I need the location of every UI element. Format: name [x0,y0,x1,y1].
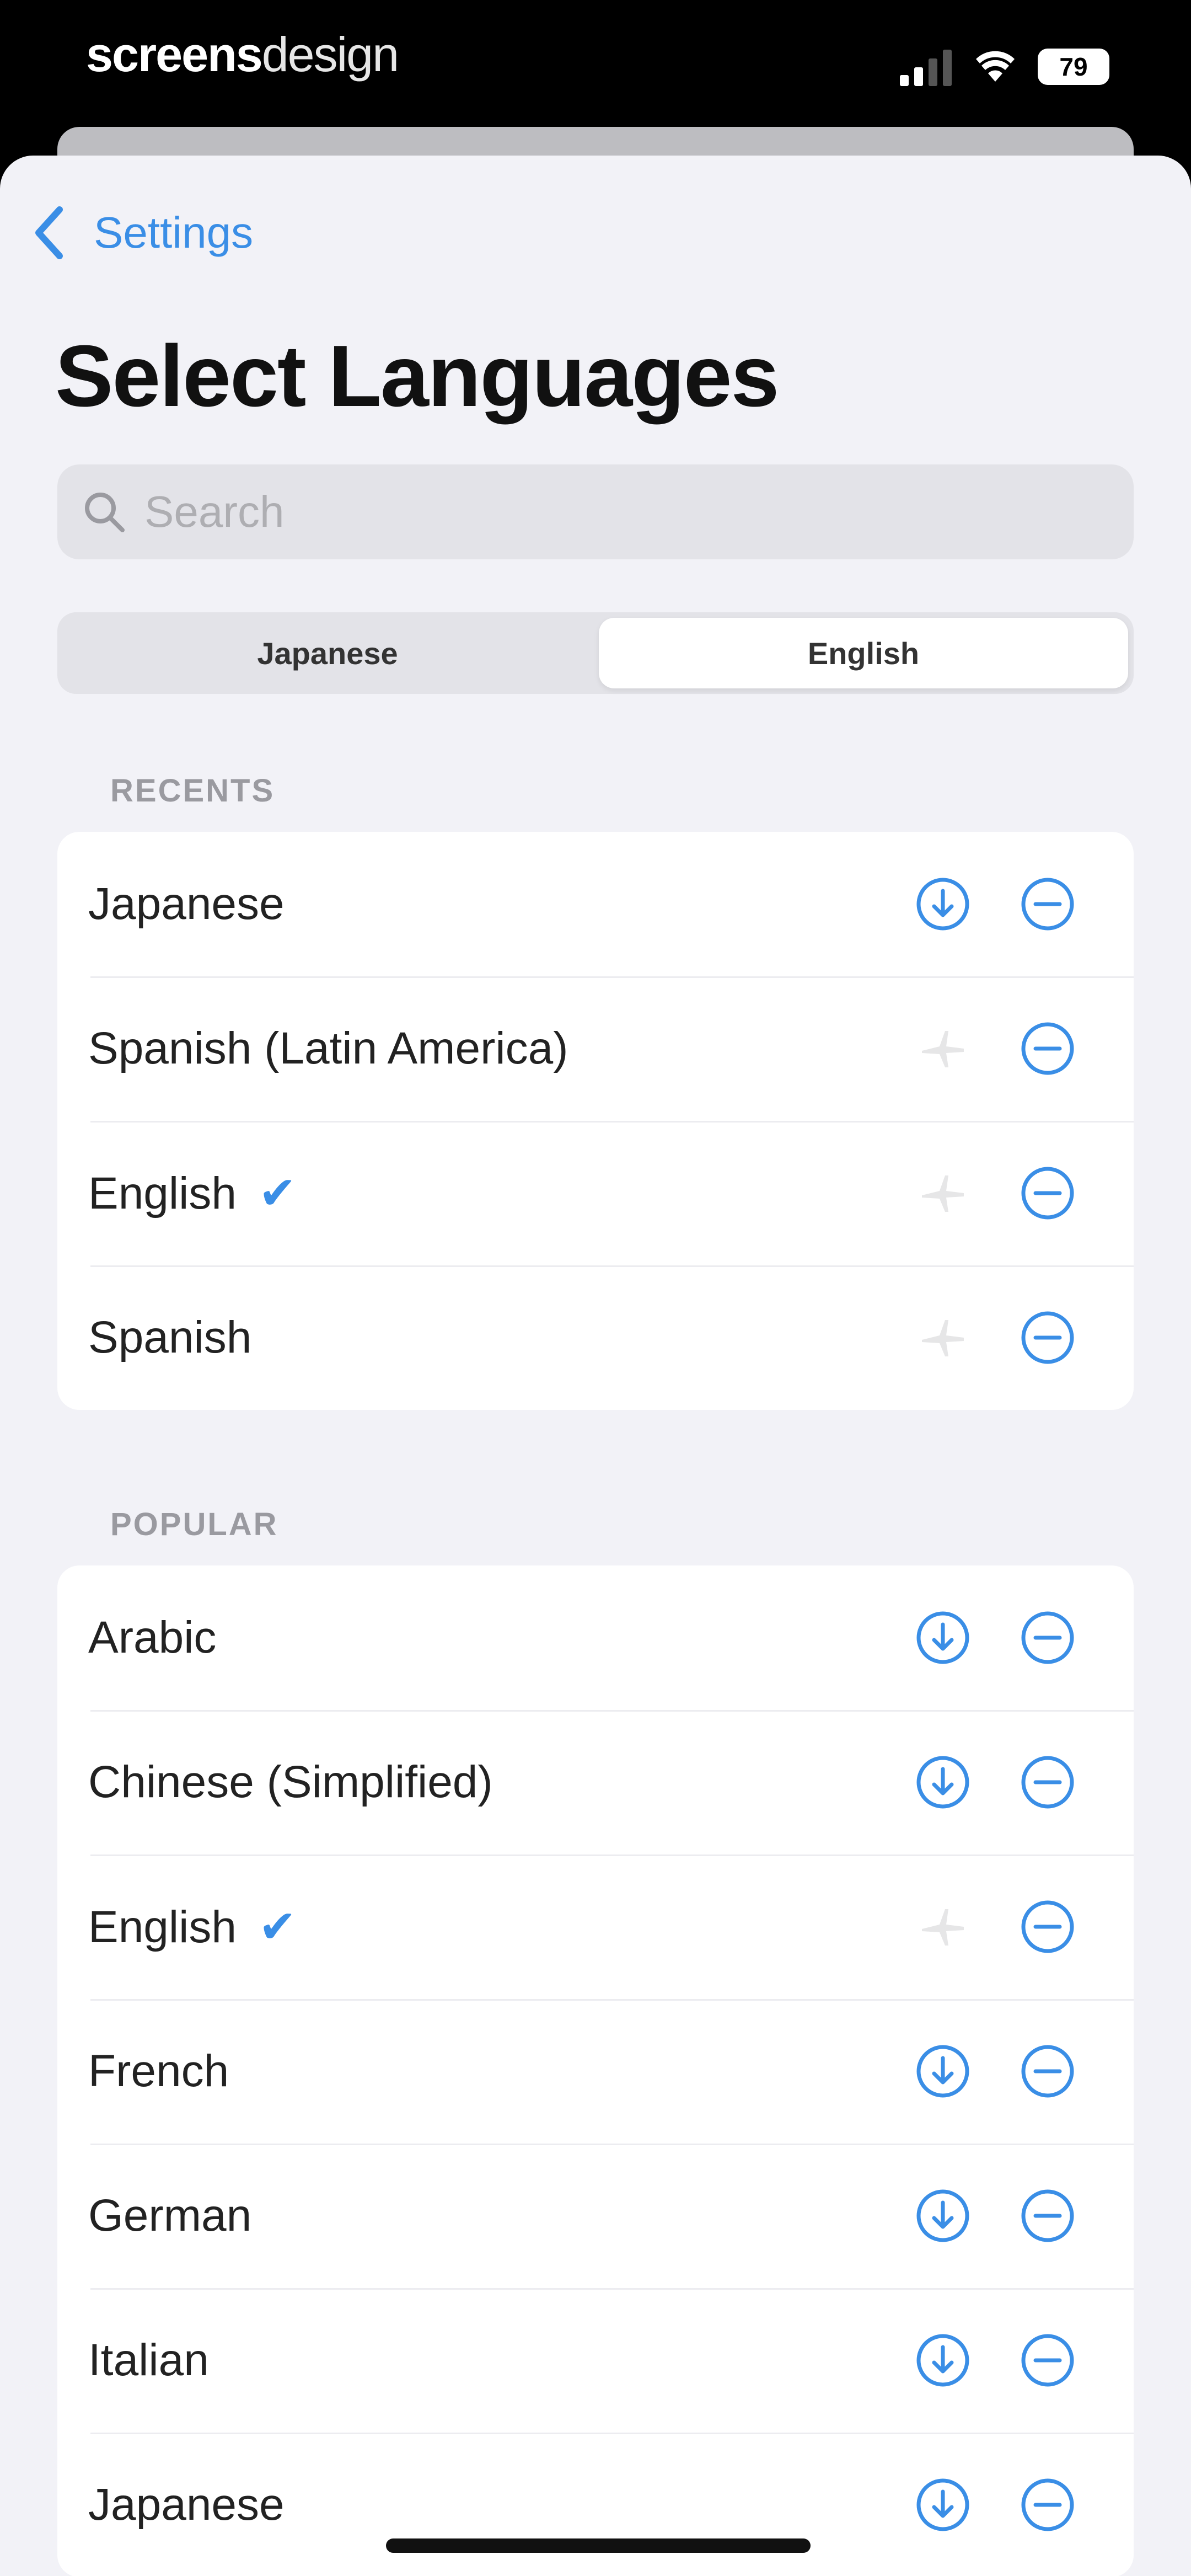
language-name-text: Spanish [88,1312,252,1362]
remove-language-icon[interactable] [1019,2187,1076,2244]
remove-language-icon[interactable] [1019,1309,1076,1366]
language-name: German [88,2190,251,2242]
download-icon[interactable] [914,2476,972,2534]
language-name: Japanese [88,878,285,930]
language-name-text: Japanese [88,2479,285,2530]
page-title: Select Languages [55,328,779,425]
language-row[interactable]: German [57,2144,1134,2288]
chevron-left-icon [35,206,63,259]
language-row[interactable]: Italian [57,2288,1134,2433]
language-name: Arabic [88,1612,216,1664]
language-row[interactable]: Arabic [57,1565,1134,1710]
language-name: Spanish [88,1312,251,1364]
language-name-text: English [88,1901,237,1952]
language-row[interactable]: French [57,1999,1134,2144]
download-icon[interactable] [914,1754,972,1811]
recents-list: Japanese Spanish (Latin America) English ✔ S… [57,832,1134,1410]
language-name: Japanese [88,2479,285,2531]
language-name: Italian [88,2334,209,2386]
language-name-text: Japanese [88,879,285,929]
language-name-text: Arabic [88,1612,217,1663]
remove-language-icon[interactable] [1019,1164,1076,1222]
download-icon[interactable] [914,2187,972,2244]
language-name: English ✔ [88,1901,297,1953]
carrier-logo: screensdesign [86,26,399,83]
cellular-signal-icon [900,50,952,86]
search-icon [85,493,125,532]
checkmark-icon: ✔ [258,1168,297,1218]
download-icon[interactable] [914,1609,972,1666]
language-name: English ✔ [88,1167,297,1220]
battery-indicator: 79 [1038,49,1109,85]
remove-language-icon[interactable] [1019,1754,1076,1811]
remove-language-icon[interactable] [1019,875,1076,933]
search-bar[interactable] [57,464,1134,559]
remove-language-icon[interactable] [1019,1020,1076,1077]
offline-airplane-icon [914,1164,972,1222]
language-name-text: French [88,2046,229,2096]
segment-japanese[interactable]: Japanese [63,618,592,688]
back-button[interactable]: Settings [33,205,253,260]
status-bar: screensdesign 79 [0,0,1191,132]
language-sheet: Settings Select Languages Japanese Engli… [0,156,1191,2576]
language-row[interactable]: English ✔ [57,1121,1134,1265]
remove-language-icon[interactable] [1019,2476,1076,2534]
offline-airplane-icon [914,1898,972,1955]
checkmark-icon: ✔ [258,1901,297,1952]
language-name-text: English [88,1168,237,1218]
back-button-label: Settings [94,208,254,257]
carrier-logo-thin: design [261,27,399,82]
language-name-text: Spanish (Latin America) [88,1023,568,1073]
download-icon[interactable] [914,875,972,933]
language-direction-segmented-control: Japanese English [57,612,1134,694]
language-name: Spanish (Latin America) [88,1023,568,1075]
segment-english-selected[interactable]: English [599,618,1128,688]
section-header-recents: RECENTS [110,773,275,809]
remove-language-icon[interactable] [1019,2043,1076,2100]
language-row[interactable]: Japanese [57,832,1134,976]
remove-language-icon[interactable] [1019,2332,1076,2389]
language-name-text: Italian [88,2335,209,2385]
home-indicator[interactable] [386,2538,811,2553]
wifi-icon [976,51,1015,82]
offline-airplane-icon [914,1020,972,1077]
download-icon[interactable] [914,2043,972,2100]
language-name: Chinese (Simplified) [88,1756,493,1808]
language-row[interactable]: Japanese [57,2433,1134,2576]
remove-language-icon[interactable] [1019,1609,1076,1666]
section-header-popular: POPULAR [110,1506,278,1542]
search-input[interactable] [143,486,1083,538]
language-name-text: German [88,2190,252,2241]
language-name-text: Chinese (Simplified) [88,1757,493,1807]
offline-airplane-icon [914,1309,972,1366]
download-icon[interactable] [914,2332,972,2389]
language-name: French [88,2045,229,2097]
language-row[interactable]: English ✔ [57,1854,1134,1999]
remove-language-icon[interactable] [1019,1898,1076,1955]
language-row[interactable]: Spanish (Latin America) [57,976,1134,1121]
language-row[interactable]: Chinese (Simplified) [57,1710,1134,1854]
carrier-logo-bold: screens [86,27,263,82]
popular-list: Arabic Chinese (Simplified) English ✔ French… [57,1565,1134,2576]
language-row[interactable]: Spanish [57,1265,1134,1410]
